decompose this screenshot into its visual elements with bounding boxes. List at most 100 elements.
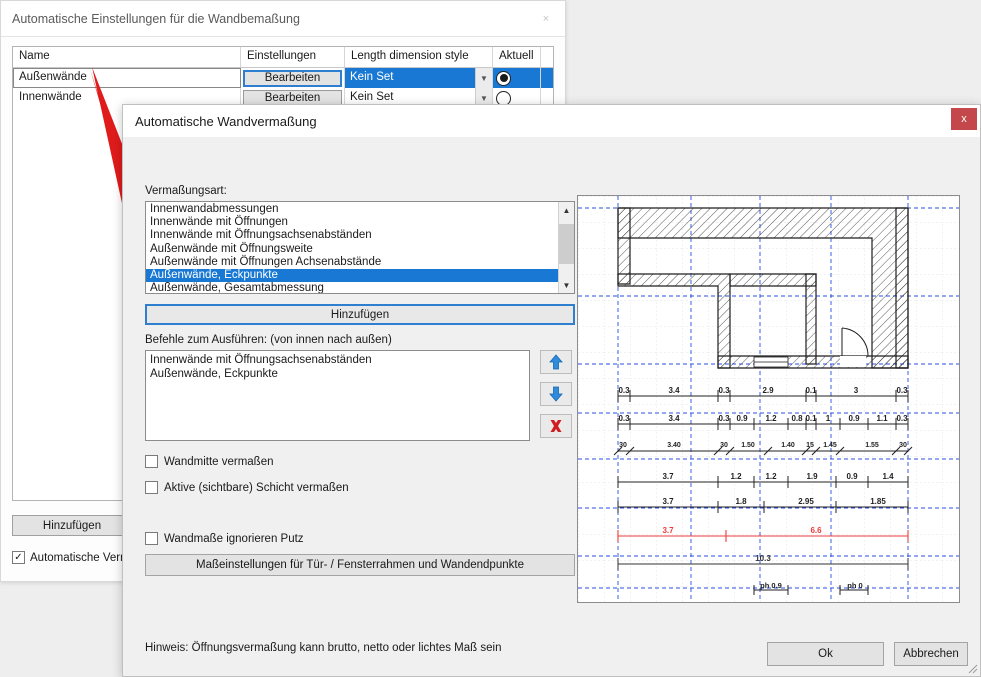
svg-text:0.9: 0.9: [846, 472, 858, 481]
svg-text:1.55: 1.55: [865, 442, 879, 449]
svg-text:0.8: 0.8: [791, 414, 803, 423]
checkbox-box[interactable]: [145, 532, 158, 545]
list-item[interactable]: Innenwände mit Öffnungen: [146, 216, 558, 229]
close-icon[interactable]: x: [951, 108, 977, 130]
svg-text:2.9: 2.9: [762, 386, 774, 395]
list-item[interactable]: Außenwände mit Öffnungsweite: [146, 243, 558, 256]
svg-text:30: 30: [619, 442, 627, 449]
floorplan-preview[interactable]: 0.3 3.4 0.3 2.9 0.1 3 0.3 0.3 3.4 0.3 0.…: [577, 195, 960, 603]
dimension-type-items: Innenwandabmessungen Innenwände mit Öffn…: [146, 202, 558, 293]
add-button[interactable]: Hinzufügen: [145, 304, 575, 325]
chevron-down-icon[interactable]: ▼: [475, 68, 492, 88]
checkbox-ignore-plaster[interactable]: Wandmaße ignorieren Putz: [145, 532, 575, 545]
add-button[interactable]: Hinzufügen: [12, 515, 132, 536]
checkbox-label: Wandmitte vermaßen: [164, 455, 274, 468]
commands-toolbar: [540, 350, 572, 438]
background-window-title: Automatische Einstellungen für die Wandb…: [12, 11, 300, 26]
scrollbar-track[interactable]: [559, 218, 574, 277]
checkbox-box[interactable]: [145, 455, 158, 468]
svg-text:1.2: 1.2: [765, 472, 777, 481]
svg-text:30: 30: [720, 442, 728, 449]
close-icon[interactable]: ×: [535, 9, 557, 29]
dimension-type-listbox[interactable]: Innenwandabmessungen Innenwände mit Öffn…: [145, 201, 575, 294]
row-current-cell[interactable]: [493, 68, 541, 88]
list-item[interactable]: Außenwände, Eckpunkte: [146, 367, 529, 381]
list-item[interactable]: Innenwände mit Öffnungsachsenabständen: [146, 353, 529, 367]
dialog-body: Vermaßungsart: Innenwandabmessungen Inne…: [123, 137, 980, 676]
cancel-button[interactable]: Abbrechen: [894, 642, 968, 666]
svg-text:1: 1: [826, 414, 831, 423]
svg-text:1.9: 1.9: [806, 472, 818, 481]
svg-text:0.1: 0.1: [805, 414, 817, 423]
svg-text:3.7: 3.7: [662, 472, 674, 481]
svg-text:1.1: 1.1: [876, 414, 888, 423]
checkbox-wall-center[interactable]: Wandmitte vermaßen: [145, 455, 575, 468]
listbox-scrollbar[interactable]: ▲ ▼: [558, 202, 574, 293]
svg-text:1.2: 1.2: [730, 472, 742, 481]
chevron-down-icon[interactable]: ▼: [559, 277, 574, 293]
svg-text:0.3: 0.3: [618, 414, 630, 423]
svg-text:3: 3: [854, 386, 859, 395]
scrollbar-thumb[interactable]: [559, 224, 574, 264]
resize-grip[interactable]: [966, 662, 978, 674]
svg-text:1.4: 1.4: [882, 472, 894, 481]
checkbox-box[interactable]: ✓: [12, 551, 25, 564]
dimension-type-label: Vermaßungsart:: [145, 185, 227, 197]
svg-text:ph 0: ph 0: [847, 581, 862, 590]
list-item[interactable]: Außenwände, Gesamtabmessung: [146, 282, 558, 293]
column-header-style: Length dimension style: [345, 47, 493, 67]
dialog-footer: Ok Abbrechen: [767, 642, 968, 666]
style-value: Kein Set: [350, 71, 394, 83]
list-item[interactable]: Innenwände mit Öffnungsachsenabständen: [146, 229, 558, 242]
floorplan-svg: 0.3 3.4 0.3 2.9 0.1 3 0.3 0.3 3.4 0.3 0.…: [578, 196, 959, 602]
column-header-spacer: [541, 47, 553, 67]
checkbox-label: Wandmaße ignorieren Putz: [164, 532, 304, 545]
list-item[interactable]: Innenwandabmessungen: [146, 203, 558, 216]
delete-x-icon[interactable]: [540, 414, 572, 438]
checkbox-label: Aktive (sichtbare) Schicht vermaßen: [164, 481, 349, 494]
svg-text:3.40: 3.40: [667, 442, 681, 449]
commands-listbox[interactable]: Innenwände mit Öffnungsachsenabständen A…: [145, 350, 530, 441]
move-down-arrow-icon[interactable]: [540, 382, 572, 406]
list-item[interactable]: Außenwände mit Öffnungen Achsenabstände: [146, 256, 558, 269]
auto-wall-dimensioning-dialog: Automatische Wandvermaßung x Vermaßungsa…: [122, 104, 981, 677]
chevron-up-icon[interactable]: ▲: [559, 202, 574, 218]
checkbox-active-layer[interactable]: Aktive (sichtbare) Schicht vermaßen: [145, 481, 575, 494]
commands-row: Innenwände mit Öffnungsachsenabständen A…: [145, 350, 575, 441]
dialog-titlebar: Automatische Wandvermaßung x: [123, 105, 980, 137]
table-header-row: Name Einstellungen Length dimension styl…: [13, 47, 553, 68]
svg-text:0.3: 0.3: [718, 414, 730, 423]
svg-text:0.3: 0.3: [896, 414, 908, 423]
settings-pane: Vermaßungsart: Innenwandabmessungen Inne…: [145, 185, 575, 576]
table-row[interactable]: Außenwände Bearbeiten Kein Set ▼: [13, 68, 553, 88]
svg-text:0.1: 0.1: [805, 386, 817, 395]
svg-text:0.3: 0.3: [618, 386, 630, 395]
column-header-name: Name: [13, 47, 241, 67]
svg-text:3.7: 3.7: [662, 526, 674, 535]
svg-text:3.4: 3.4: [668, 414, 680, 423]
svg-text:0.3: 0.3: [718, 386, 730, 395]
list-item-selected[interactable]: Außenwände, Eckpunkte: [146, 268, 558, 283]
row-style-cell[interactable]: Kein Set ▼: [345, 68, 493, 88]
svg-text:10.3: 10.3: [755, 554, 771, 563]
svg-text:3.4: 3.4: [668, 386, 680, 395]
dialog-title: Automatische Wandvermaßung: [135, 113, 317, 129]
svg-text:0.9: 0.9: [736, 414, 748, 423]
row-spacer-cell: [541, 68, 553, 88]
svg-text:30: 30: [899, 442, 907, 449]
commands-label: Befehle zum Ausführen: (von innen nach a…: [145, 334, 392, 346]
svg-text:0.9: 0.9: [848, 414, 860, 423]
current-radio-selected[interactable]: [496, 70, 511, 86]
checkbox-box[interactable]: [145, 481, 158, 494]
row-name-cell[interactable]: Außenwände: [13, 68, 241, 88]
svg-text:1.2: 1.2: [765, 414, 777, 423]
measurement-settings-button[interactable]: Maßeinstellungen für Tür- / Fensterrahme…: [145, 554, 575, 576]
svg-text:2.95: 2.95: [798, 497, 814, 506]
edit-button[interactable]: Bearbeiten: [243, 69, 342, 87]
move-up-arrow-icon[interactable]: [540, 350, 572, 374]
ok-button[interactable]: Ok: [767, 642, 884, 666]
window-symbol: [753, 356, 789, 368]
svg-text:1.40: 1.40: [781, 442, 795, 449]
screen: Automatische Einstellungen für die Wandb…: [0, 0, 981, 677]
hint-text: Hinweis: Öffnungsvermaßung kann brutto, …: [145, 642, 502, 654]
